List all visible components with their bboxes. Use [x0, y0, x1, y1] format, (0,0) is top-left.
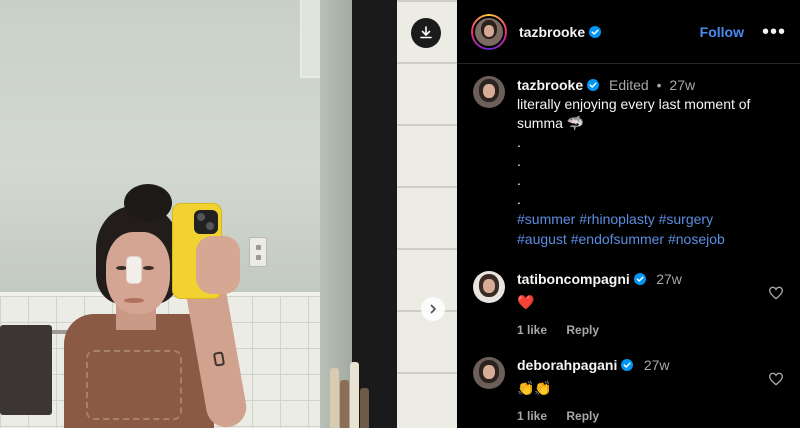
comment-item: tatiboncompagni 27w ❤️ 1 like Reply — [473, 271, 786, 337]
post-photo[interactable] — [0, 0, 457, 428]
caption-body: tazbrooke Edited • 27w literally enjoyin… — [517, 76, 786, 249]
reply-button[interactable]: Reply — [566, 323, 599, 337]
photo-phone-camera — [194, 210, 218, 234]
caption-dot: . — [517, 134, 521, 150]
meta-separator: • — [656, 77, 662, 93]
heart-outline-icon[interactable] — [768, 371, 784, 387]
chevron-right-icon — [430, 304, 436, 314]
commenter-username[interactable]: tatiboncompagni — [517, 271, 630, 287]
caption-dot: . — [517, 153, 521, 169]
author-avatar[interactable] — [471, 13, 507, 50]
comment-timestamp[interactable]: 27w — [644, 357, 670, 373]
download-icon — [420, 26, 432, 39]
next-photo-button[interactable] — [421, 297, 445, 321]
caption-timestamp[interactable]: 27w — [669, 77, 695, 93]
caption-author[interactable]: tazbrooke — [517, 77, 583, 93]
verified-badge-icon — [587, 79, 600, 91]
photo-outlet — [249, 237, 267, 267]
comments-area: tazbrooke Edited • 27w literally enjoyin… — [457, 64, 800, 423]
commenter-avatar[interactable] — [473, 271, 505, 303]
caption-hashtags-line2[interactable]: #august #endofsummer #nosejob — [517, 230, 786, 249]
caption: tazbrooke Edited • 27w literally enjoyin… — [473, 76, 786, 249]
reply-button[interactable]: Reply — [566, 409, 599, 423]
comment-text: ❤️ — [517, 294, 535, 310]
photo-lips — [124, 298, 144, 303]
comment-timestamp[interactable]: 27w — [656, 271, 682, 287]
photo-nose-tape — [126, 256, 142, 284]
verified-badge-icon — [633, 273, 646, 285]
caption-dot: . — [517, 172, 521, 188]
verified-badge-icon — [589, 25, 602, 38]
post-side-panel: tazbrooke Follow ••• tazbrooke Edited • … — [457, 0, 800, 428]
caption-text: literally enjoying every last moment of … — [517, 96, 751, 131]
caption-hashtags-line1[interactable]: #summer #rhinoplasty #surgery — [517, 210, 786, 229]
photo-towel — [0, 325, 52, 415]
commenter-username[interactable]: deborahpagani — [517, 357, 617, 373]
commenter-avatar[interactable] — [473, 357, 505, 389]
comment-likes[interactable]: 1 like — [517, 409, 547, 423]
photo-eye-right — [143, 266, 154, 270]
comment-likes[interactable]: 1 like — [517, 323, 547, 337]
photo-hair-bun — [124, 184, 172, 222]
comment-item: deborahpagani 27w 👏👏 1 like Reply — [473, 357, 786, 423]
follow-button[interactable]: Follow — [700, 24, 744, 40]
comment-text: 👏👏 — [517, 380, 552, 396]
download-button[interactable] — [411, 18, 441, 48]
photo-right-tiles — [397, 0, 457, 428]
caption-author-avatar[interactable] — [473, 76, 505, 108]
post-header: tazbrooke Follow ••• — [457, 0, 800, 64]
heart-outline-icon[interactable] — [768, 285, 784, 301]
author-username[interactable]: tazbrooke — [519, 24, 585, 40]
photo-tank-print — [86, 350, 182, 420]
photo-hand — [196, 236, 240, 294]
photo-bottles — [330, 350, 370, 428]
verified-badge-icon — [621, 359, 634, 371]
more-options-button[interactable]: ••• — [762, 22, 786, 42]
edited-label: Edited — [609, 77, 649, 93]
caption-dot: . — [517, 191, 521, 207]
